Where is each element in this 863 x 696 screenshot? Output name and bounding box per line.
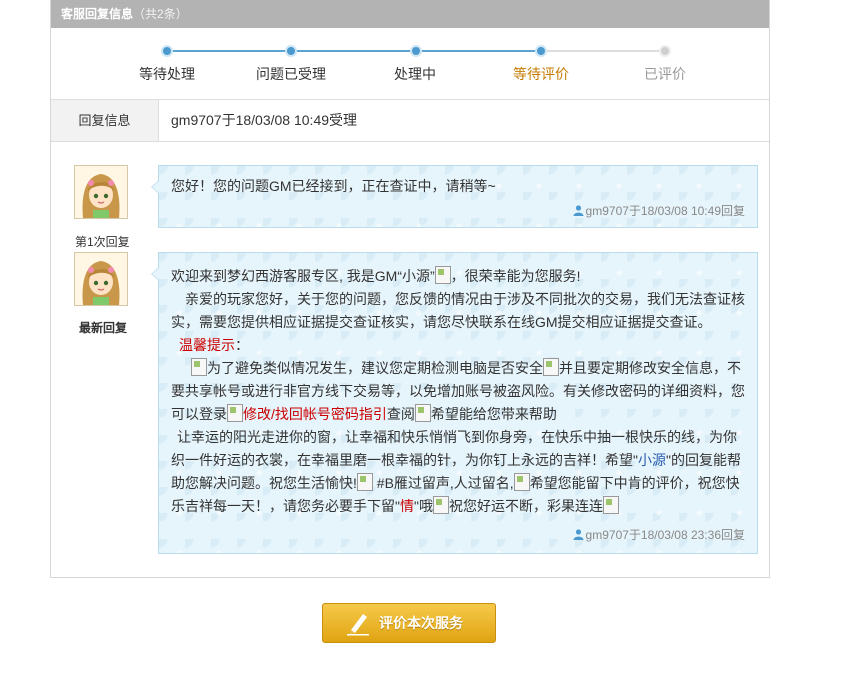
step-label-1: 等待处理 (139, 66, 195, 82)
reply-caption-1: 第1次回复 (75, 235, 130, 249)
text-span: #B雁过留声,人过留名, (372, 475, 514, 491)
reply-info-value: gm9707于18/03/08 10:49受理 (171, 112, 358, 128)
broken-image-icon (434, 266, 451, 284)
reply-paragraph-1: 欢迎来到梦幻西游客服专区, 我是GM“小源” ，很荣幸能为您服务! (171, 265, 745, 288)
step-dot-1 (161, 45, 173, 57)
gm-avatar (74, 165, 128, 219)
broken-image-icon (414, 404, 431, 422)
step-dot-4 (535, 45, 547, 57)
highlight-text: 情 (399, 498, 414, 514)
gm-avatar-icon (75, 253, 127, 305)
panel-title: 客服回复信息 (61, 7, 134, 21)
broken-image-icon (191, 358, 207, 376)
progress-line-todo (541, 50, 665, 52)
text-span: ，很荣幸能为您服务! (450, 268, 581, 284)
tip-label: 温馨提示 (179, 337, 235, 353)
pen-icon (347, 614, 369, 636)
reply-bubble-1: 您好！您的问题GM已经接到，正在查证中，请稍等~ gm9707于18/03/08… (151, 165, 758, 228)
reply-panel: 客服回复信息（共2条） 等待处理 问题已受理 处理中 等待评价 已评价 回复信息… (50, 0, 770, 578)
bubble-arrow (151, 180, 159, 194)
progress-line-done (167, 50, 541, 52)
reply-info-label: 回复信息 (51, 100, 159, 141)
reply-signature-text-1: gm9707于18/03/08 10:49回复 (585, 204, 745, 218)
bubble-arrow (151, 267, 159, 281)
reply-text-1: 您好！您的问题GM已经接到，正在查证中，请稍等~ (171, 178, 496, 194)
password-guide-link[interactable]: 修改/找回帐号密码指引 (243, 406, 387, 422)
step-label-3: 处理中 (394, 66, 436, 82)
text-span: 祝您好运不断，彩果连连 (448, 498, 603, 514)
step-dot-5 (659, 45, 671, 57)
broken-image-icon (543, 358, 559, 376)
reply-info-row: 回复信息 gm9707于18/03/08 10:49受理 (51, 99, 769, 142)
step-dot-3 (410, 45, 422, 57)
step-label-4: 等待评价 (513, 66, 569, 82)
reply-count: （共2条） (133, 7, 188, 21)
text-span: 查阅 (386, 406, 415, 422)
reply-signature-text-2: gm9707于18/03/08 23:36回复 (585, 528, 745, 542)
broken-image-icon (513, 473, 530, 491)
text-span: "哦 (413, 498, 433, 514)
reply-signature-1: gm9707于18/03/08 10:49回复 (573, 202, 745, 219)
broken-image-icon (432, 496, 449, 514)
tip-colon: ： (235, 337, 249, 353)
reply-text-2: 欢迎来到梦幻西游客服专区, 我是GM“小源” ，很荣幸能为您服务! 亲爱的玩家您好… (171, 265, 745, 518)
reply-signature-2: gm9707于18/03/08 23:36回复 (573, 526, 745, 543)
reply-caption-latest: 最新回复 (79, 321, 128, 335)
reply-paragraph-2: 亲爱的玩家您好，关于您的问题，您反馈的情况由于涉及不同批次的交易，我们无法查证核… (171, 288, 745, 334)
broken-image-icon (356, 473, 373, 491)
text-span: 欢迎来到梦幻西游客服专区, 我是GM“小源” (171, 268, 435, 284)
broken-image-icon (227, 404, 243, 422)
reply-tip-heading: 温馨提示： (171, 334, 745, 357)
text-span: 为了避免类似情况发生，建议您定期检测电脑是否安全 (207, 360, 543, 376)
panel-header: 客服回复信息（共2条） (51, 0, 769, 28)
text-span: 希望能给您带来帮助 (430, 406, 557, 422)
step-dot-2 (285, 45, 297, 57)
gm-avatar-latest (74, 252, 128, 306)
progress-steps: 等待处理 问题已受理 处理中 等待评价 已评价 (51, 28, 769, 98)
user-icon (573, 205, 584, 216)
reply-bubble-2: 欢迎来到梦幻西游客服专区, 我是GM“小源” ，很荣幸能为您服务! 亲爱的玩家您好… (151, 252, 758, 554)
step-label-2: 问题已受理 (256, 66, 326, 82)
gm-avatar-icon (75, 166, 127, 218)
rate-service-button[interactable]: 评价本次服务 (322, 603, 496, 643)
reply-paragraph-3: 为了避免类似情况发生，建议您定期检测电脑是否安全 并且要定期修改安全信息，不要共享… (171, 357, 745, 426)
gm-name: 小源 (637, 452, 666, 468)
text-span: 亲爱的玩家您好，关于您的问题，您反馈的情况由于涉及不同批次的交易，我们无法查证核… (171, 291, 745, 330)
user-icon (573, 529, 584, 540)
rate-service-label: 评价本次服务 (379, 615, 463, 631)
step-label-5: 已评价 (644, 66, 686, 82)
broken-image-icon (602, 496, 619, 514)
reply-paragraph-4: 让幸运的阳光走进你的窗，让幸福和快乐悄悄飞到你身旁，在快乐中抽一根快乐的线，为你… (171, 426, 745, 518)
